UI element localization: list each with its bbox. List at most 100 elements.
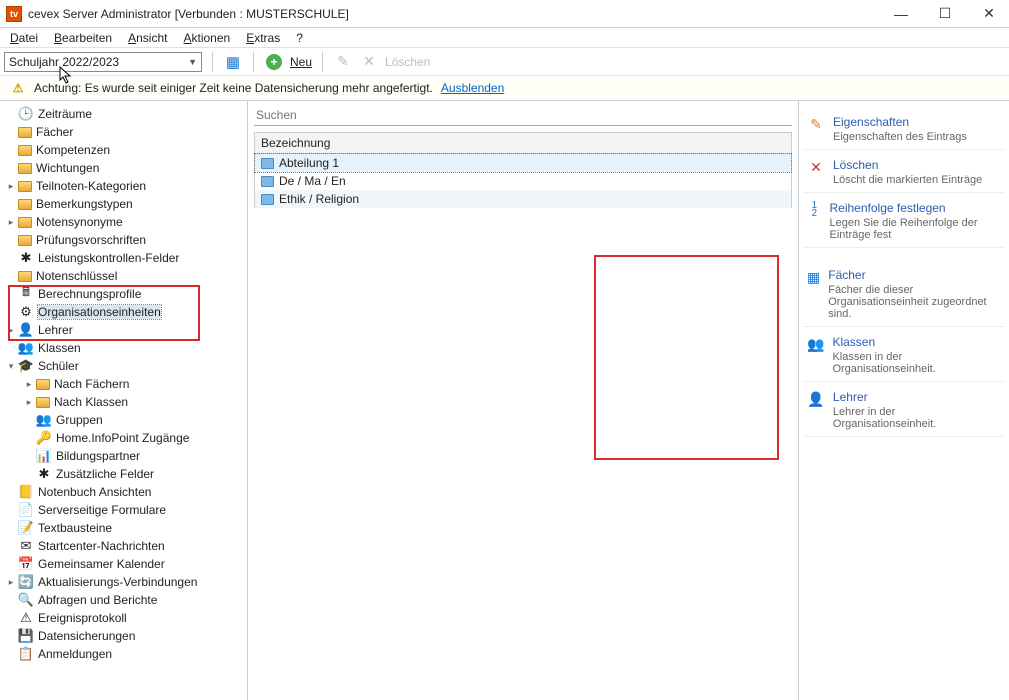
tree-item[interactable]: ▶⚠Ereignisprotokoll: [0, 609, 247, 627]
action-fächer[interactable]: ▦FächerFächer die dieser Organisationsei…: [803, 262, 1005, 327]
tree-item[interactable]: ▶🔍Abfragen und Berichte: [0, 591, 247, 609]
grid-row[interactable]: De / Ma / En: [255, 172, 791, 190]
folder-icon: [18, 235, 32, 246]
tree-item[interactable]: ▶📊Bildungspartner: [0, 447, 247, 465]
expand-icon[interactable]: ▸: [4, 217, 18, 228]
action-eigenschaften[interactable]: ✎EigenschaftenEigenschaften des Eintrags: [803, 109, 1005, 150]
menu-aktionen[interactable]: Aktionen: [175, 29, 238, 47]
close-button[interactable]: ✕: [981, 6, 997, 22]
tree-item[interactable]: ▸ Teilnoten-Kategorien: [0, 177, 247, 195]
expand-icon[interactable]: ▸: [4, 325, 18, 336]
data-grid[interactable]: BezeichnungAbteilung 1De / Ma / EnEthik …: [254, 132, 792, 208]
expand-icon[interactable]: ▸: [4, 577, 18, 588]
action-title: Reihenfolge festlegen: [830, 201, 1002, 215]
tree-item[interactable]: ▸🔄 Aktualisierungs-Verbindungen: [0, 573, 247, 591]
grid-row[interactable]: Ethik / Religion: [255, 190, 791, 208]
toolbar-separator: [253, 52, 254, 72]
notice-text: Achtung: Es wurde seit einiger Zeit kein…: [34, 81, 433, 95]
new-label[interactable]: Neu: [290, 55, 312, 69]
tree-item[interactable]: ▶📅Gemeinsamer Kalender: [0, 555, 247, 573]
menu-datei[interactable]: Datei: [2, 29, 46, 47]
expand-icon[interactable]: ▾: [4, 361, 18, 372]
search-input[interactable]: [254, 105, 792, 126]
tree-item[interactable]: ▶👥Gruppen: [0, 411, 247, 429]
folder-icon: [18, 163, 32, 174]
tree-item-label: Ereignisprotokoll: [38, 611, 127, 625]
tree-item[interactable]: ▶Bemerkungstypen: [0, 195, 247, 213]
grid-row[interactable]: Abteilung 1: [255, 154, 791, 172]
tree-item[interactable]: ▶✱Zusätzliche Felder: [0, 465, 247, 483]
chart-icon: 📊: [36, 449, 52, 463]
tree-item[interactable]: ▶📋Anmeldungen: [0, 645, 247, 663]
folder-icon: [18, 127, 32, 138]
schoolyear-combo[interactable]: Schuljahr 2022/2023 ▼: [4, 52, 202, 72]
menu-ansicht[interactable]: Ansicht: [120, 29, 175, 47]
maximize-button[interactable]: ☐: [937, 6, 953, 22]
login-icon: 📋: [18, 647, 34, 661]
tree-item[interactable]: ▶⚙Organisationseinheiten: [0, 303, 247, 321]
tree-item[interactable]: ▶Fächer: [0, 123, 247, 141]
new-button[interactable]: +: [264, 52, 284, 72]
chevron-down-icon: ▼: [188, 57, 197, 67]
tree-item-label: Teilnoten-Kategorien: [36, 179, 146, 193]
tree-item[interactable]: ▶Notenschlüssel: [0, 267, 247, 285]
menu-?[interactable]: ?: [288, 29, 311, 47]
tree-item[interactable]: ▶Kompetenzen: [0, 141, 247, 159]
tree-item[interactable]: ▶✉Startcenter-Nachrichten: [0, 537, 247, 555]
tree-item-label: Prüfungsvorschriften: [36, 233, 146, 247]
notice-hide-link[interactable]: Ausblenden: [441, 81, 504, 95]
tree-item[interactable]: ▶Wichtungen: [0, 159, 247, 177]
action-title: Lehrer: [833, 390, 1001, 404]
action-löschen[interactable]: ✕LöschenLöscht die markierten Einträge: [803, 152, 1005, 193]
tree-item-label: Serverseitige Formulare: [38, 503, 166, 517]
tree-item[interactable]: ▶🕒Zeiträume: [0, 105, 247, 123]
app-icon: tv: [6, 6, 22, 22]
tree-item[interactable]: ▶🔑Home.InfoPoint Zugänge: [0, 429, 247, 447]
tree-item[interactable]: ▶🖩Berechnungsprofile: [0, 285, 247, 303]
grid-column-header[interactable]: Bezeichnung: [255, 132, 791, 154]
tree-item-label: Home.InfoPoint Zugänge: [56, 431, 189, 445]
tree-item[interactable]: ▶📒Notenbuch Ansichten: [0, 483, 247, 501]
tree-item-label: Schüler: [38, 359, 79, 373]
action-klassen[interactable]: 👥KlassenKlassen in der Organisationseinh…: [803, 329, 1005, 382]
tree-item-label: Aktualisierungs-Verbindungen: [38, 575, 197, 589]
expand-icon[interactable]: ▸: [22, 397, 36, 408]
folder-icon: [18, 217, 32, 228]
action-icon: 👥: [807, 336, 824, 375]
minimize-button[interactable]: —: [893, 6, 909, 22]
tree-item[interactable]: ▶Prüfungsvorschriften: [0, 231, 247, 249]
toolbar: Schuljahr 2022/2023 ▼ ▦ + Neu ✎ ✕ Lösche…: [0, 48, 1009, 76]
delete-button[interactable]: ✕: [359, 52, 379, 72]
window-title: cevex Server Administrator [Verbunden : …: [28, 7, 893, 21]
grid-view-button[interactable]: ▦: [223, 52, 243, 72]
tree-item-label: Zeiträume: [38, 107, 92, 121]
search-box: [254, 105, 792, 126]
tree-item[interactable]: ▸👤Lehrer: [0, 321, 247, 339]
clock-icon: 🕒: [18, 107, 34, 121]
action-reihenfolge-festlegen[interactable]: 12Reihenfolge festlegenLegen Sie die Rei…: [803, 195, 1005, 248]
menu-bearbeiten[interactable]: Bearbeiten: [46, 29, 120, 47]
tree-item[interactable]: ▾🎓Schüler: [0, 357, 247, 375]
tree-item[interactable]: ▶👥Klassen: [0, 339, 247, 357]
tree-item[interactable]: ▶📄Serverseitige Formulare: [0, 501, 247, 519]
tree-item[interactable]: ▸Nach Fächern: [0, 375, 247, 393]
folder-icon: [18, 199, 32, 210]
action-lehrer[interactable]: 👤LehrerLehrer in der Organisationseinhei…: [803, 384, 1005, 437]
menu-extras[interactable]: Extras: [238, 29, 288, 47]
nav-tree[interactable]: ▶🕒Zeiträume▶Fächer▶Kompetenzen▶Wichtunge…: [0, 101, 248, 700]
tree-item[interactable]: ▸Notensynonyme: [0, 213, 247, 231]
expand-icon[interactable]: ▸: [22, 379, 36, 390]
tree-item[interactable]: ▸Nach Klassen: [0, 393, 247, 411]
tree-item[interactable]: ▶✱Leistungskontrollen-Felder: [0, 249, 247, 267]
cursor-icon: [59, 66, 73, 84]
edit-button[interactable]: ✎: [333, 52, 353, 72]
tree-item-label: Fächer: [36, 125, 73, 139]
notice-bar: ⚠ Achtung: Es wurde seit einiger Zeit ke…: [0, 76, 1009, 101]
tree-item[interactable]: ▶💾Datensicherungen: [0, 627, 247, 645]
sync-icon: 🔄: [18, 575, 34, 589]
calc-icon: 🖩: [18, 287, 34, 301]
tree-item[interactable]: ▶📝Textbausteine: [0, 519, 247, 537]
expand-icon[interactable]: ▸: [4, 181, 18, 192]
action-icon: ✎: [807, 116, 825, 143]
action-title: Klassen: [832, 335, 1001, 349]
